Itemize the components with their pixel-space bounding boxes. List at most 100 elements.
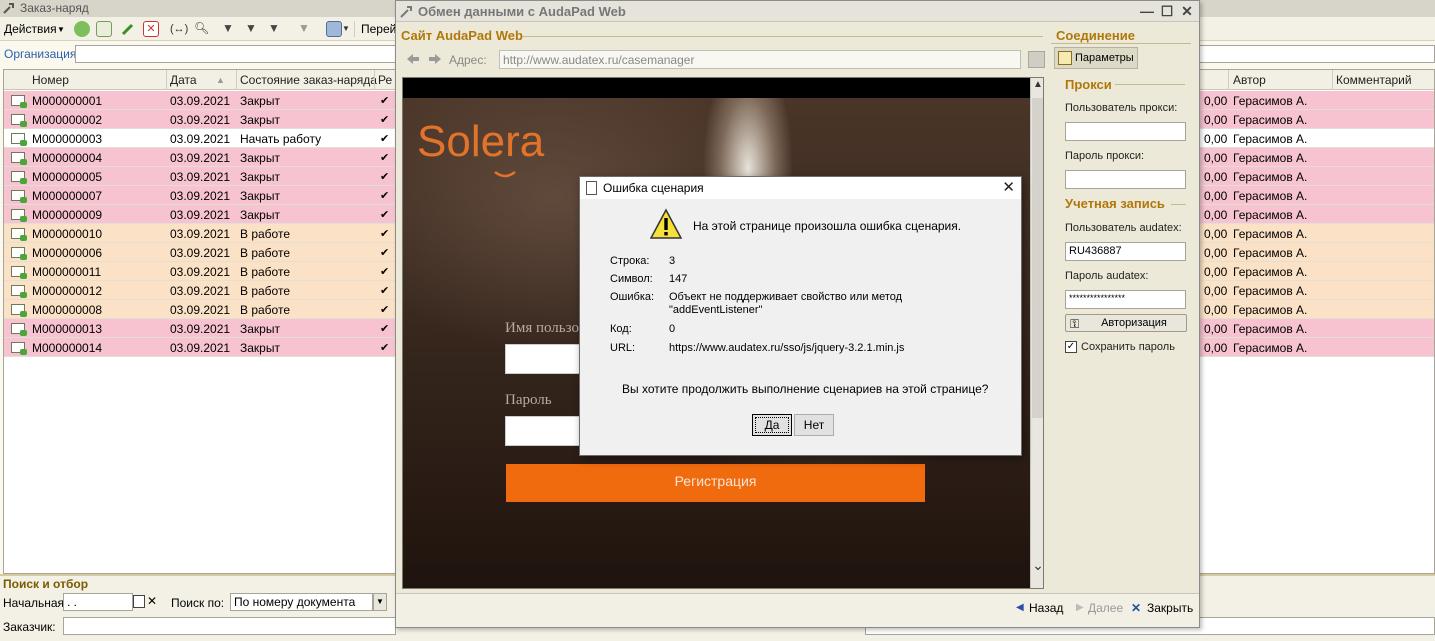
- row-number: М000000003: [32, 132, 103, 146]
- row-date: 03.09.2021: [170, 189, 231, 203]
- row-number: М000000009: [32, 208, 103, 222]
- audatex-user-input[interactable]: RU436887: [1065, 242, 1186, 261]
- edit-icon[interactable]: [120, 21, 136, 37]
- row-author: Герасимов А.: [1233, 227, 1308, 241]
- add-icon[interactable]: [74, 21, 90, 37]
- exchange-icon[interactable]: [326, 21, 342, 37]
- char-value: 147: [669, 273, 688, 285]
- row-author: Герасимов А.: [1233, 113, 1308, 127]
- column-header-date[interactable]: Дата: [170, 73, 197, 87]
- row-number: М000000005: [32, 170, 103, 184]
- username-label: Имя пользо: [505, 320, 579, 336]
- column-header-comment[interactable]: Комментарий: [1336, 73, 1412, 87]
- close-button[interactable]: Закрыть: [1147, 601, 1193, 615]
- row-date: 03.09.2021: [170, 284, 231, 298]
- row-number: М000000002: [32, 113, 103, 127]
- go-icon[interactable]: [1028, 51, 1045, 68]
- proxy-pass-input[interactable]: [1065, 170, 1186, 189]
- document-icon: [11, 114, 27, 127]
- delete-icon[interactable]: ✕: [143, 21, 159, 37]
- username-input[interactable]: [505, 344, 585, 374]
- row-state: Закрыт: [240, 113, 280, 127]
- row-sum: 0,00: [1204, 189, 1228, 203]
- row-state: Закрыт: [240, 208, 280, 222]
- minimize-icon[interactable]: —: [1138, 3, 1156, 19]
- save-password-checkbox[interactable]: ✓: [1065, 341, 1077, 353]
- register-button[interactable]: Регистрация: [506, 464, 925, 502]
- maximize-icon[interactable]: ☐: [1158, 3, 1176, 19]
- column-header-state[interactable]: Состояние заказ-наряда: [240, 73, 377, 87]
- params-button-label: Параметры: [1075, 52, 1134, 64]
- row-state: В работе: [240, 265, 291, 279]
- customer-input[interactable]: [63, 617, 396, 635]
- back-button[interactable]: Назад: [1029, 601, 1063, 615]
- chevron-down-icon[interactable]: ▼: [373, 593, 387, 611]
- scrollbar-thumb[interactable]: [1032, 98, 1043, 418]
- row-sum: 0,00: [1204, 227, 1228, 241]
- row-author: Герасимов А.: [1233, 284, 1308, 298]
- chevron-down-icon[interactable]: ▼: [57, 21, 65, 38]
- audatex-pass-input[interactable]: ****************: [1065, 290, 1186, 309]
- document-icon: [11, 342, 27, 355]
- address-input[interactable]: http://www.audatex.ru/casemanager: [499, 50, 1021, 69]
- find-icon[interactable]: 🔍︎: [194, 21, 210, 37]
- proxy-pass-label: Пароль прокси:: [1065, 150, 1145, 162]
- document-icon: [11, 228, 27, 241]
- filter-off-icon[interactable]: ▼: [298, 21, 314, 37]
- document-icon: [11, 133, 27, 146]
- row-date: 03.09.2021: [170, 170, 231, 184]
- filter-current-icon[interactable]: ▼: [245, 21, 261, 37]
- search-by-select[interactable]: По номеру документа: [230, 593, 373, 611]
- post-icon[interactable]: (↔): [170, 21, 188, 37]
- forward-arrow-icon[interactable]: [426, 51, 444, 67]
- row-state: В работе: [240, 303, 291, 317]
- row-sum: 0,00: [1204, 303, 1228, 317]
- column-header-posted[interactable]: Ре: [378, 73, 392, 87]
- error-value-line1: Объект не поддерживает свойство или мето…: [669, 291, 903, 303]
- scroll-down-icon[interactable]: ⌄: [1031, 558, 1043, 572]
- site-header: Сайт AudaPad Web: [401, 28, 523, 43]
- row-sum: 0,00: [1204, 246, 1228, 260]
- column-header-author[interactable]: Автор: [1233, 73, 1266, 87]
- goto-menu[interactable]: Перей: [361, 21, 396, 38]
- row-sum: 0,00: [1204, 322, 1228, 336]
- back-arrow-icon[interactable]: [404, 51, 422, 67]
- document-icon: [11, 209, 27, 222]
- proxy-user-label: Пользователь прокси:: [1065, 102, 1178, 114]
- row-sum: 0,00: [1204, 94, 1228, 108]
- close-icon[interactable]: ✕: [1178, 3, 1196, 19]
- auth-button[interactable]: ⚿ Авторизация: [1065, 314, 1187, 332]
- filter-list-icon[interactable]: ▼: [268, 21, 284, 37]
- settings-panel: Соединение Параметры Прокси Пользователь…: [1051, 22, 1199, 590]
- row-number: М000000010: [32, 227, 103, 241]
- script-error-dialog: Ошибка сценария ✕ На этой странице произ…: [579, 176, 1022, 456]
- error-title-bar: Ошибка сценария ✕: [580, 177, 1021, 199]
- back-icon[interactable]: ◀: [1016, 602, 1024, 613]
- start-date-input[interactable]: . .: [63, 593, 133, 611]
- params-button[interactable]: Параметры: [1054, 47, 1138, 69]
- posted-check-icon: ✔: [380, 266, 390, 278]
- calendar-icon[interactable]: [133, 595, 145, 608]
- proxy-user-input[interactable]: [1065, 122, 1186, 141]
- password-input[interactable]: [505, 416, 585, 446]
- error-value-line2: "addEventListener": [669, 304, 763, 316]
- filter-icon[interactable]: ▼: [222, 21, 238, 37]
- row-author: Герасимов А.: [1233, 151, 1308, 165]
- no-button[interactable]: Нет: [794, 414, 834, 436]
- row-state: Закрыт: [240, 170, 280, 184]
- scroll-up-icon[interactable]: ▲: [1031, 78, 1043, 92]
- browser-scrollbar[interactable]: ▲ ⌄: [1030, 78, 1043, 588]
- row-number: М000000008: [32, 303, 103, 317]
- error-label: Ошибка:: [610, 291, 655, 303]
- row-date: 03.09.2021: [170, 227, 231, 241]
- close-icon[interactable]: ✕: [1002, 178, 1015, 198]
- column-header-number[interactable]: Номер: [32, 73, 69, 87]
- document-icon: [586, 181, 597, 195]
- actions-menu[interactable]: Действия: [4, 21, 57, 38]
- char-label: Символ:: [610, 273, 653, 285]
- clear-icon[interactable]: ✕: [147, 594, 157, 608]
- password-label: Пароль: [505, 392, 552, 408]
- yes-button[interactable]: Да: [752, 414, 792, 436]
- copy-icon[interactable]: [96, 21, 112, 37]
- close-x-icon[interactable]: ✕: [1131, 601, 1141, 615]
